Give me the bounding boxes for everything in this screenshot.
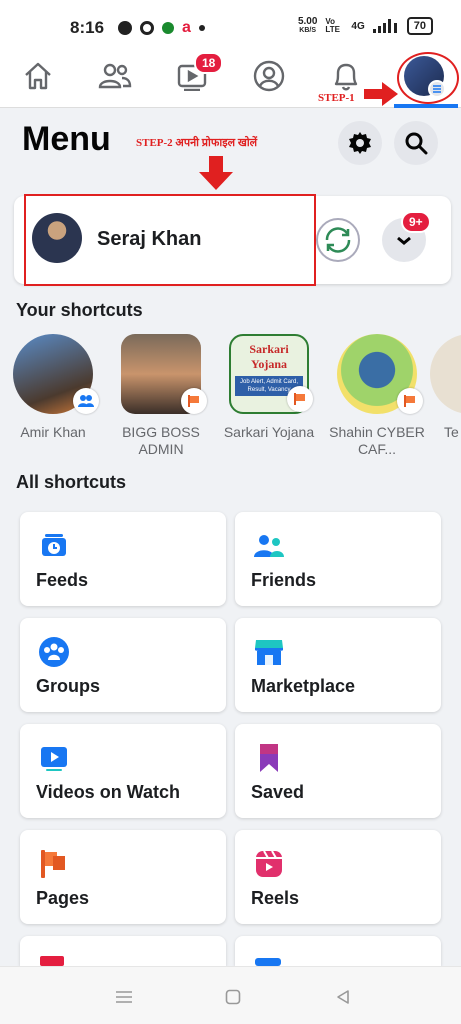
- shortcut-item[interactable]: Shahin CYBER CAF...: [322, 334, 432, 458]
- step1-arrow-icon: [364, 82, 398, 106]
- page-title: Menu: [22, 120, 111, 158]
- shortcut-image: [337, 334, 423, 414]
- tile-pages[interactable]: Pages: [20, 830, 226, 924]
- recents-button[interactable]: [112, 985, 136, 1009]
- feeds-icon: [42, 534, 66, 556]
- signal-bars-icon: [372, 19, 397, 33]
- app-icon: [162, 22, 174, 34]
- message-icon: [118, 21, 132, 35]
- profile-tab[interactable]: [247, 54, 291, 98]
- groups-icon: [39, 637, 69, 667]
- shortcut-item[interactable]: Te: [430, 334, 461, 441]
- profile-icon: [253, 60, 285, 92]
- shortcuts-title: Your shortcuts: [16, 300, 143, 320]
- sync-icon: [325, 227, 351, 253]
- tile-label: Reels: [251, 888, 300, 908]
- airtel-icon: a: [182, 19, 191, 36]
- gaming-icon: [255, 958, 281, 966]
- network-speed: 5.00 KB/S: [298, 17, 317, 35]
- notification-icon: [140, 21, 154, 35]
- shortcut-image: [121, 334, 207, 414]
- tile-friends[interactable]: Friends: [235, 512, 441, 606]
- signal-label: 4G: [351, 20, 365, 32]
- tile-reels[interactable]: Reels: [235, 830, 441, 924]
- gear-icon: [349, 132, 371, 154]
- tile-marketplace[interactable]: Marketplace: [235, 618, 441, 712]
- tile-label: Pages: [36, 888, 90, 908]
- settings-button[interactable]: [338, 121, 382, 165]
- bell-icon: [334, 63, 358, 91]
- tile-label: Feeds: [36, 570, 89, 590]
- step2-highlight-box: [24, 194, 316, 286]
- shortcut-image: [13, 334, 99, 414]
- watch-badge: 18: [194, 52, 224, 74]
- shortcut-label: Shahin CYBER CAF...: [329, 424, 425, 457]
- shortcut-image: [430, 334, 461, 414]
- reels-icon: [256, 850, 282, 877]
- speed-unit: KB/S: [299, 27, 317, 34]
- step2-label: STEP-2 अपनी प्रोफाइल खोलें: [136, 137, 258, 149]
- watch-tab[interactable]: 18: [170, 52, 224, 98]
- page-flag-icon: [397, 388, 423, 414]
- step1-label: STEP-1: [318, 92, 355, 104]
- friends-icon: [254, 535, 284, 557]
- search-button[interactable]: [394, 121, 438, 165]
- search-icon: [405, 132, 428, 155]
- more-dot-icon: [198, 25, 205, 31]
- tile-partial[interactable]: [235, 936, 441, 966]
- group-icon: [73, 388, 99, 414]
- profile-notif-badge: 9+: [401, 211, 431, 233]
- volte-label: Vo LTE: [325, 17, 340, 34]
- home-button[interactable]: [221, 985, 245, 1009]
- system-nav-bar: [0, 966, 461, 1024]
- events-icon: [40, 956, 64, 966]
- tile-saved[interactable]: Saved: [235, 724, 441, 818]
- flag-icon: [41, 850, 65, 878]
- bookmark-icon: [260, 744, 278, 772]
- status-time: 8:16: [70, 18, 105, 37]
- home-square-icon: [225, 989, 241, 1005]
- status-notification-icons: a: [118, 19, 205, 37]
- marketplace-icon: [255, 640, 283, 665]
- page-flag-icon: [287, 386, 313, 412]
- back-triangle-icon: [337, 990, 349, 1004]
- status-right: 5.00 KB/S Vo LTE 4G 70: [298, 17, 433, 35]
- battery-indicator: 70: [406, 17, 433, 35]
- shortcut-label: Amir Khan: [20, 424, 86, 440]
- shortcut-item[interactable]: Sarkari Yojana Job Alert, Admit Card, Re…: [214, 334, 324, 441]
- status-bar: 8:16 a 5.00 KB/S Vo LTE 4G 70: [0, 0, 461, 48]
- shortcut-item[interactable]: Amir Khan: [0, 334, 108, 441]
- account-switch-button[interactable]: [316, 218, 360, 262]
- tile-feeds[interactable]: Feeds: [20, 512, 226, 606]
- step2-arrow-icon: [199, 156, 233, 190]
- friends-tab[interactable]: [93, 54, 137, 98]
- home-icon: [25, 62, 51, 90]
- all-shortcuts-title: All shortcuts: [16, 472, 127, 492]
- home-tab[interactable]: [16, 54, 60, 98]
- speed-value: 5.00: [297, 16, 318, 27]
- friends-icon: [98, 63, 132, 89]
- page-flag-icon: [181, 388, 207, 414]
- back-button[interactable]: [331, 985, 355, 1009]
- tile-groups[interactable]: Groups: [20, 618, 226, 712]
- tile-label: Groups: [36, 676, 101, 696]
- tile-label: Videos on Watch: [36, 782, 181, 802]
- tile-label: Marketplace: [251, 676, 356, 696]
- video-icon: [41, 747, 67, 771]
- active-tab-indicator: [394, 104, 458, 108]
- shortcut-label: BIGG BOSS ADMIN: [122, 424, 200, 457]
- tile-partial[interactable]: [20, 936, 226, 966]
- chevron-down-icon: [397, 236, 411, 245]
- recents-icon: [116, 991, 132, 1003]
- tile-label: Friends: [251, 570, 317, 590]
- shortcut-label: Sarkari Yojana: [223, 424, 315, 440]
- shortcut-item[interactable]: BIGG BOSS ADMIN: [106, 334, 216, 458]
- tile-label: Saved: [251, 782, 305, 802]
- shortcut-image: Sarkari Yojana Job Alert, Admit Card, Re…: [229, 334, 313, 414]
- tile-videos-on-watch[interactable]: Videos on Watch: [20, 724, 226, 818]
- step1-highlight-ring: [397, 52, 459, 104]
- sarkari-thumb-title: Sarkari Yojana: [249, 342, 289, 371]
- shortcut-label: Te: [444, 424, 459, 440]
